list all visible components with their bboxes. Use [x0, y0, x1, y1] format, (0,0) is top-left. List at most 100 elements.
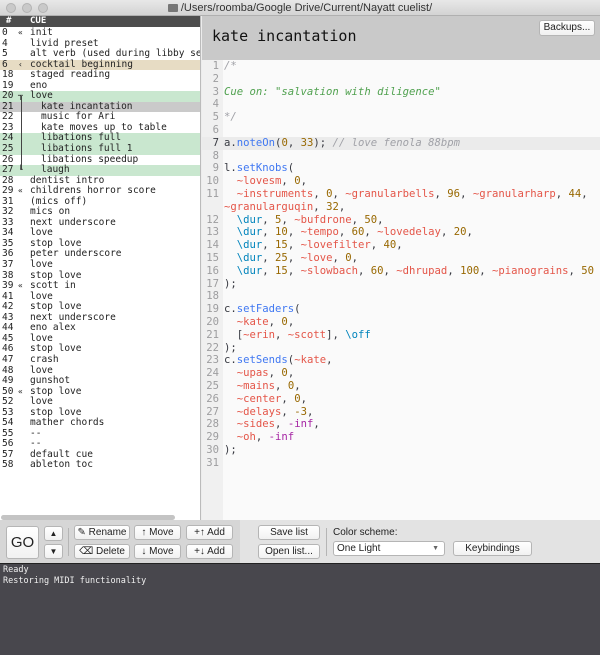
line-number: 5	[212, 111, 219, 124]
line-number: 22	[206, 341, 219, 354]
cue-name: gunshot	[30, 375, 71, 387]
move-up-button[interactable]: ↑ Move	[134, 525, 181, 540]
code-token: ,	[581, 187, 588, 200]
code-line: 11 ~instruments, 0, ~granularbells, 96, …	[202, 188, 600, 201]
previous-cue-button[interactable]: ▲	[44, 526, 63, 541]
line-number: 13	[206, 226, 219, 239]
code-token: ~erin	[243, 328, 276, 341]
code-token: ,	[300, 392, 307, 405]
cue-title[interactable]: kate incantation	[212, 27, 357, 45]
code-token: 10	[275, 226, 288, 239]
code-token: 60	[370, 264, 384, 277]
line-number: 27	[206, 405, 219, 418]
cue-name: love	[30, 259, 53, 271]
open-list-button[interactable]: Open list...	[258, 544, 320, 559]
minimize-window-button[interactable]	[22, 3, 32, 13]
cue-row[interactable]: 58 ableton toc	[0, 460, 200, 471]
code-token: ,	[287, 251, 301, 264]
color-scheme-select[interactable]: One Light ▼	[333, 541, 445, 556]
zoom-window-button[interactable]	[38, 3, 48, 13]
code-line: 8	[202, 150, 600, 163]
line-number: 2	[212, 72, 219, 85]
code-token: 60	[351, 226, 365, 239]
code-token: ,	[262, 251, 276, 264]
code-token: ~love	[300, 251, 333, 264]
cue-row[interactable]: 0 «init	[0, 27, 200, 39]
cue-row[interactable]: 37 love	[0, 260, 200, 271]
close-window-button[interactable]	[6, 3, 16, 13]
chevron-down-icon: ▼	[432, 545, 439, 552]
add-below-button[interactable]: +↓ Add	[186, 544, 233, 559]
cue-marker: ‹	[18, 59, 23, 69]
code-token: ,	[357, 264, 371, 277]
code-lines: 1 /* 2 3 Cue on: "salvation with diligence" 4…	[202, 60, 600, 470]
code-token: ~sides	[236, 418, 276, 431]
cue-marker: ┬	[18, 91, 26, 102]
line-number: 23	[206, 354, 219, 367]
line-number: 6	[212, 123, 219, 136]
cue-row[interactable]: 26 libations speedup	[0, 154, 200, 166]
code-token: (	[294, 303, 301, 316]
code-line: 1 /*	[202, 60, 600, 73]
go-button[interactable]: GO	[6, 526, 39, 559]
next-cue-button[interactable]: ▼	[44, 544, 63, 559]
code-editor[interactable]: 1 /* 2 3 Cue on: "salvation with diligence" 4…	[202, 60, 600, 520]
code-line: 17);	[202, 278, 600, 291]
code-line: 21 [~erin, ~scott], \off	[202, 329, 600, 342]
code-line: 12 \dur, 5, ~bufdrone, 50,	[202, 214, 600, 227]
code-token: ,	[281, 213, 295, 226]
code-token: ,	[281, 175, 295, 188]
delete-button[interactable]: ⌫ Delete	[74, 544, 130, 559]
code-token: );	[313, 136, 333, 149]
code-token: );	[224, 277, 237, 290]
code-token: noteOn	[236, 136, 276, 149]
column-header-cue[interactable]: CUE	[30, 16, 46, 27]
cue-row[interactable]: 47 crash	[0, 354, 200, 366]
cue-row[interactable]: 25 libations full 1	[0, 144, 200, 155]
add-above-button[interactable]: +↑ Add	[186, 525, 233, 540]
code-token: */	[224, 111, 237, 124]
code-line: 30);	[202, 444, 600, 457]
code-token: ,	[281, 405, 295, 418]
code-token: ~tempo	[300, 226, 339, 239]
cue-marker: «	[18, 186, 23, 196]
code-token: c.	[224, 354, 237, 367]
code-line: 22);	[202, 342, 600, 355]
keybindings-button[interactable]: Keybindings	[453, 541, 532, 556]
code-token: l.	[224, 162, 237, 175]
code-token: \dur	[236, 213, 263, 226]
code-token: 96	[447, 187, 461, 200]
code-token: 100	[460, 264, 480, 277]
cue-row[interactable]: 49 gunshot	[0, 376, 200, 387]
code-token: 32	[326, 200, 339, 213]
code-line: 10 ~lovesm, 0,	[202, 175, 600, 188]
cue-marker: «	[18, 281, 23, 291]
cue-marker: «	[18, 386, 23, 396]
title-bar: /Users/roomba/Google Drive/Current/Nayat…	[0, 0, 600, 16]
code-token: \dur	[236, 251, 263, 264]
code-token: setSends	[236, 354, 288, 367]
console-line: Ready	[3, 565, 29, 575]
code-line: 16 \dur, 15, ~slowbach, 60, ~dhrupad, 10…	[202, 265, 600, 278]
code-line: 27 ~delays, -3,	[202, 406, 600, 419]
save-list-button[interactable]: Save list	[258, 525, 320, 540]
cue-number: 58	[2, 459, 14, 471]
code-token: ,	[294, 379, 301, 392]
group-bracket	[21, 96, 22, 171]
code-token: ~granularguqin	[224, 200, 314, 213]
code-token: ~kate	[236, 315, 269, 328]
move-down-button[interactable]: ↓ Move	[134, 544, 181, 559]
rename-button[interactable]: ✎ Rename	[74, 525, 130, 540]
code-token: ,	[370, 239, 384, 252]
line-number: 10	[206, 175, 219, 188]
backups-button[interactable]: Backups...	[539, 20, 595, 36]
column-header-number[interactable]: #	[6, 16, 11, 27]
code-token: ,	[306, 405, 314, 418]
cue-number: 25	[2, 143, 14, 155]
line-number: 28	[206, 418, 219, 431]
line-number: 8	[212, 149, 219, 162]
line-number: 20	[206, 315, 219, 328]
cue-list[interactable]: # CUE 0 «init 4 livid preset 5 alt verb (used…	[0, 16, 201, 520]
